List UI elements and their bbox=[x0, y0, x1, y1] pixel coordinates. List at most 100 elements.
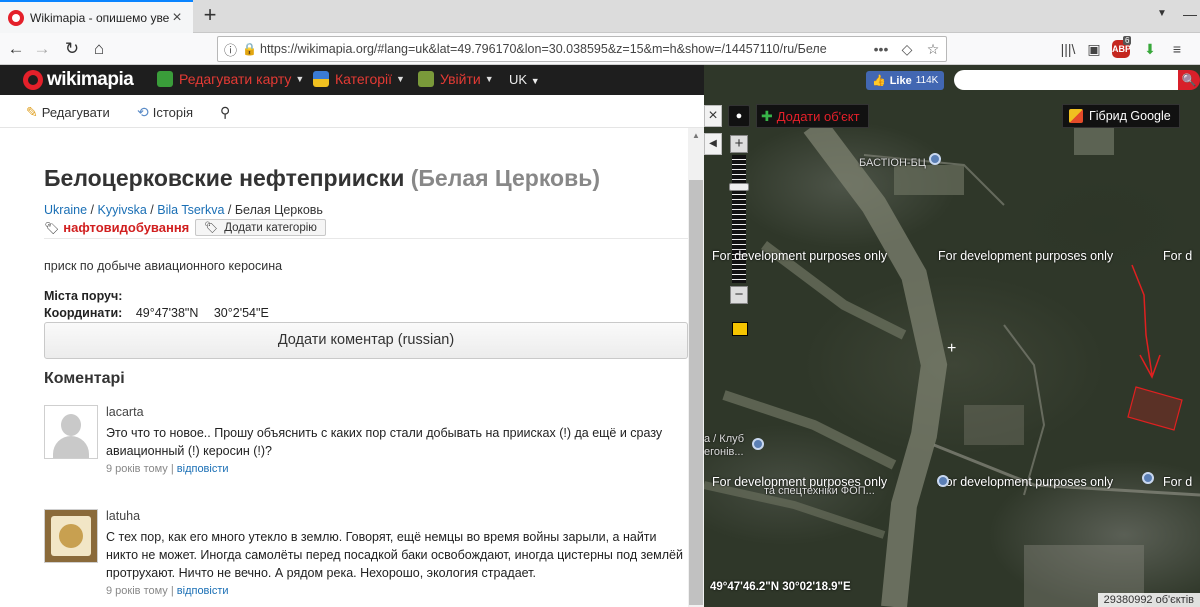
coordinates: Координати: 49°47'38"N 30°2'54"E bbox=[44, 306, 281, 320]
breadcrumb-current: Белая Церковь bbox=[234, 203, 323, 217]
nearby-cities-label: Міста поруч: bbox=[44, 289, 123, 303]
breadcrumb-region[interactable]: Kyyivska bbox=[98, 203, 147, 217]
map-terrain bbox=[704, 117, 1200, 607]
menu-edit-map[interactable]: Редагувати карту ▼ bbox=[157, 71, 304, 87]
ruler-icon[interactable] bbox=[732, 322, 748, 336]
coordinates-label: Координати: bbox=[44, 306, 123, 320]
comment-author[interactable]: lacarta bbox=[106, 405, 144, 419]
zoom-in-button[interactable]: + bbox=[730, 135, 748, 153]
zoom-out-button[interactable]: − bbox=[730, 286, 748, 304]
login-icon bbox=[418, 71, 434, 87]
info-icon[interactable]: ⓘ bbox=[224, 40, 242, 59]
wikimapia-logo[interactable]: wikimapia bbox=[23, 69, 134, 91]
history-icon: ⟲ bbox=[137, 104, 149, 120]
place-title: Белоцерковские нефтеприиски (Белая Церко… bbox=[44, 165, 601, 191]
avatar[interactable] bbox=[44, 509, 98, 563]
adblock-count-badge: 6 bbox=[1123, 36, 1132, 45]
url-text[interactable]: https://wikimapia.org/#lang=uk&lat=49.79… bbox=[260, 42, 868, 56]
breadcrumb: Ukraine / Kyyivska / Bila Tserkva / Бела… bbox=[44, 203, 323, 217]
tab-list-chevron-icon[interactable]: ▼ bbox=[1157, 8, 1167, 19]
comment-text: Это что то новое.. Прошу объяснить с как… bbox=[106, 426, 663, 458]
category-tag[interactable]: нафтовидобування bbox=[63, 220, 189, 235]
site-header: wikimapia Редагувати карту ▼ Категорії ▼ У… bbox=[0, 65, 704, 95]
browser-tab[interactable]: Wikimapia - опишемо увесь с × bbox=[0, 0, 193, 33]
map-pin-icon[interactable] bbox=[929, 153, 941, 165]
history-button[interactable]: ⟲ Історія bbox=[137, 104, 193, 121]
map-layers-icon bbox=[1069, 109, 1083, 123]
new-tab-button[interactable]: + bbox=[198, 4, 222, 28]
reply-link[interactable]: відповісти bbox=[177, 463, 229, 475]
reload-icon[interactable]: ↻ bbox=[60, 37, 84, 61]
zoom-slider-track[interactable] bbox=[732, 155, 746, 283]
dev-watermark: For d bbox=[1163, 475, 1193, 489]
wikimapia-favicon-icon bbox=[8, 9, 24, 26]
location-pin-button[interactable]: ⚲ bbox=[220, 104, 234, 121]
scrollbar-thumb[interactable] bbox=[689, 180, 703, 605]
map-label-bastion: БАСТІОН-БЦ bbox=[859, 157, 926, 169]
avatar[interactable] bbox=[44, 405, 98, 459]
add-category-button[interactable]: 🏷 Додати категорію bbox=[195, 219, 326, 236]
comment-text: С тех пор, как его много утекло в землю.… bbox=[106, 530, 683, 580]
language-selector[interactable]: UK ▼ bbox=[509, 72, 540, 87]
cursor-coordinates: 49°47'46.2"N 30°02'18.9"E bbox=[710, 581, 851, 593]
wikimapia-logo-icon bbox=[23, 70, 43, 90]
dev-watermark: For development purposes only bbox=[712, 249, 888, 263]
sidebar-icon[interactable]: ▣ bbox=[1082, 37, 1106, 61]
download-icon[interactable]: ⬇ bbox=[1138, 37, 1162, 61]
browser-toolbar: ← → ↻ ⌂ ⓘ 🔒 https://wikimapia.org/#lang=… bbox=[0, 33, 1200, 65]
lock-icon[interactable]: 🔒 bbox=[242, 42, 260, 56]
collapse-panel-arrow-icon[interactable]: ◀ bbox=[704, 133, 722, 155]
add-comment-button[interactable]: Додати коментар (russian) bbox=[44, 322, 688, 359]
map-pin-icon[interactable] bbox=[1142, 472, 1154, 484]
scroll-up-arrow-icon[interactable]: ▲ bbox=[688, 128, 704, 144]
menu-login[interactable]: Увійти ▼ bbox=[418, 71, 494, 87]
home-icon[interactable]: ⌂ bbox=[87, 37, 111, 61]
edit-place-button[interactable]: ✎ Редагувати bbox=[26, 104, 110, 121]
dev-watermark: For d bbox=[1163, 249, 1193, 263]
menu-categories[interactable]: Категорії ▼ bbox=[313, 71, 405, 87]
map-pin-icon[interactable] bbox=[937, 475, 949, 487]
longitude-value: 30°2'54"E bbox=[213, 306, 269, 320]
map-label-club: а / Клуб bbox=[704, 433, 745, 445]
browser-tab-title: Wikimapia - опишемо увесь с bbox=[30, 10, 169, 25]
satellite-map[interactable]: 👍 Like 114K 🔍 × ◀ ● ✚ Додати об'єкт Гібр… bbox=[704, 65, 1200, 607]
comment-meta: 9 років тому | відповісти bbox=[106, 463, 229, 475]
url-bar[interactable]: ⓘ 🔒 https://wikimapia.org/#lang=uk&lat=4… bbox=[217, 36, 947, 62]
comments-heading: Коментарі bbox=[44, 370, 125, 387]
category-row: 🏷 нафтовидобування 🏷 Додати категорію bbox=[44, 219, 326, 236]
map-pin-icon[interactable] bbox=[752, 438, 764, 450]
thumbs-up-icon: 👍 bbox=[872, 75, 886, 87]
pocket-icon[interactable]: ◇ bbox=[894, 41, 920, 58]
dev-watermark: For development purposes only bbox=[938, 475, 1114, 489]
categories-icon bbox=[313, 71, 329, 87]
reply-link[interactable]: відповісти bbox=[177, 585, 229, 597]
like-count: 114K bbox=[915, 75, 939, 86]
forward-button[interactable]: → bbox=[30, 37, 54, 61]
globe-icon bbox=[157, 71, 173, 87]
object-count: 29380992 об'єктів bbox=[1097, 593, 1200, 607]
breadcrumb-country[interactable]: Ukraine bbox=[44, 203, 87, 217]
menu-icon[interactable]: ≡ bbox=[1165, 37, 1189, 61]
comment-meta: 9 років тому | відповісти bbox=[106, 585, 229, 597]
comment-age: 9 років тому bbox=[106, 585, 168, 597]
bookmark-star-icon[interactable]: ☆ bbox=[920, 41, 946, 58]
search-icon[interactable]: 🔍 bbox=[1178, 70, 1200, 90]
window-minimize-button[interactable]: — bbox=[1183, 6, 1197, 22]
facebook-like-button[interactable]: 👍 Like 114K bbox=[866, 71, 945, 90]
page-actions-icon[interactable]: ••• bbox=[868, 41, 894, 57]
target-icon[interactable]: ● bbox=[728, 105, 750, 127]
close-panel-button[interactable]: × bbox=[704, 105, 722, 127]
library-icon[interactable]: |||\ bbox=[1056, 37, 1080, 61]
map-type-selector[interactable]: Гібрид Google bbox=[1062, 104, 1180, 128]
map-search-input[interactable] bbox=[954, 70, 1178, 90]
add-object-icon: ✚ bbox=[761, 107, 773, 124]
dev-watermark: For development purposes only bbox=[938, 249, 1114, 263]
zoom-slider-handle[interactable] bbox=[729, 183, 749, 191]
tab-close-icon[interactable]: × bbox=[169, 9, 185, 27]
add-object-button[interactable]: ✚ Додати об'єкт bbox=[756, 104, 869, 128]
divider bbox=[44, 238, 688, 239]
back-button[interactable]: ← bbox=[4, 37, 28, 61]
comment-author[interactable]: latuha bbox=[106, 509, 140, 523]
browser-tab-strip: Wikimapia - опишемо увесь с × + ▼ — bbox=[0, 0, 1200, 33]
breadcrumb-city[interactable]: Bila Tserkva bbox=[157, 203, 224, 217]
